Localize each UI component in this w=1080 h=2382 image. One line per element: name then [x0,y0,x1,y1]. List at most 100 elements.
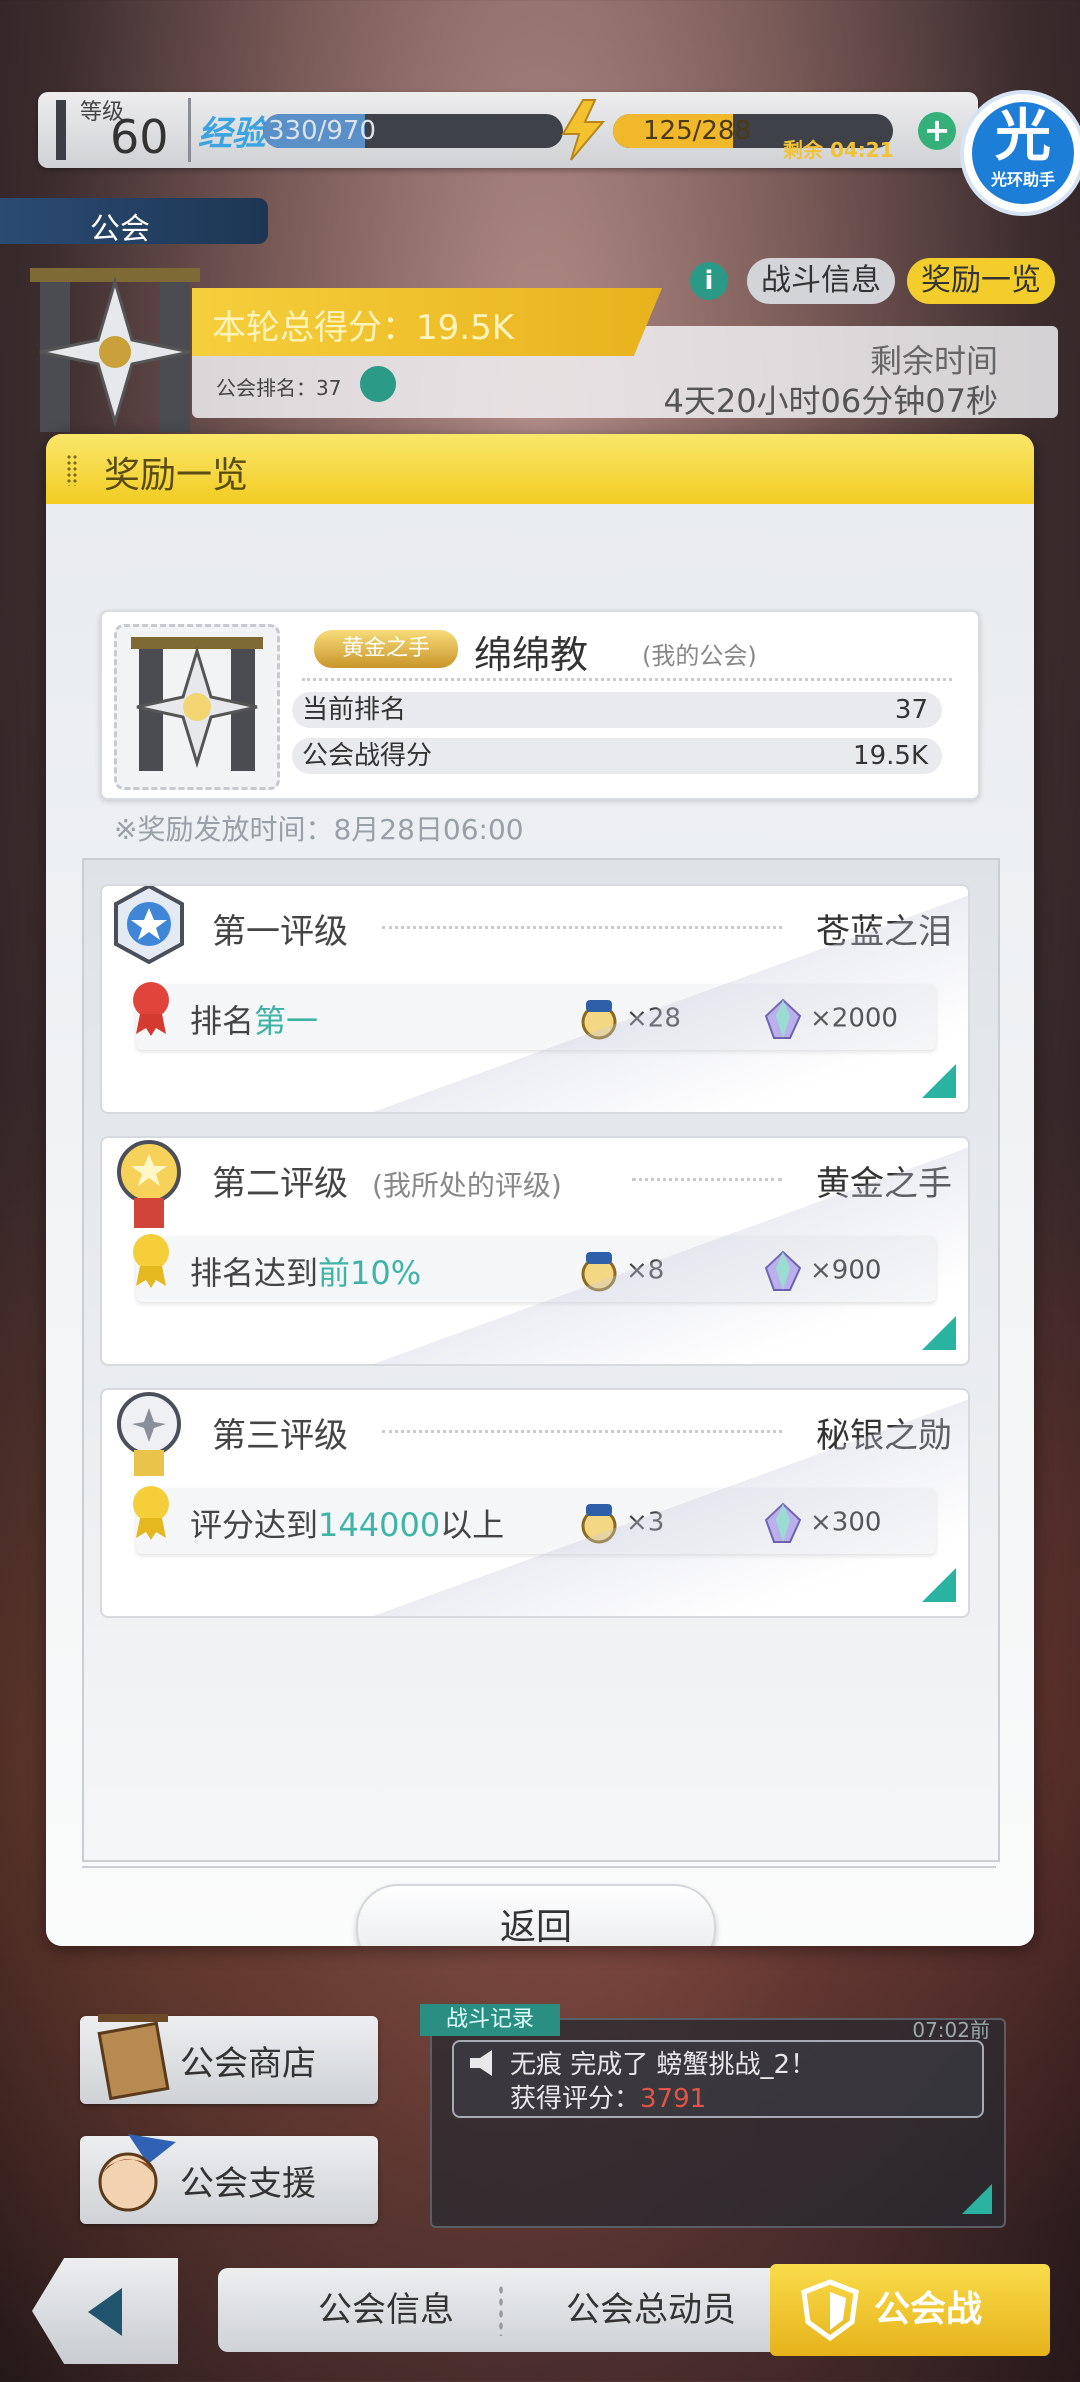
modal-header: 奖励一览 [46,434,1034,504]
nav-separator [498,2284,504,2336]
helper-button[interactable]: 光 光环助手 [960,90,1080,216]
battle-log-score: 获得评分：3791 [510,2084,707,2114]
tier-card: 第三评级 秘银之勋 评分达到144000以上 ×3 ×300 [100,1388,970,1618]
total-score-banner: 本轮总得分：19.5K [192,288,662,356]
my-guild-tag: (我的公会) [642,642,757,670]
my-guild-emblem-icon [131,637,263,771]
divider [188,98,191,162]
reward-item: ×900 [760,1248,881,1294]
battle-info-button[interactable]: 战斗信息 [747,258,895,304]
tier-card: 第一评级 苍蓝之泪 排名第一 ×28 ×2000 [100,884,970,1114]
exp-label: 经验 [198,114,266,154]
guild-tab-label: 公会 [90,212,150,247]
search-icon[interactable] [360,366,396,402]
stamina-value: 125/288 [643,116,752,146]
modal-title: 奖励一览 [104,455,249,496]
badge-coin-icon [581,1504,617,1544]
guild-shop-button[interactable]: 公会商店 [80,2014,378,2104]
badge-coin-icon [581,1000,617,1040]
support-character-icon [98,2134,176,2212]
battle-log-panel[interactable]: 战斗记录 07:02前 无痕 完成了 螃蟹挑战_2！ 获得评分：3791 [420,2004,1006,2228]
shop-sign-icon [97,2014,170,2101]
guild-war-score-value: 19.5K [853,741,928,771]
tier-card: 第二评级 (我所处的评级) 黄金之手 排名达到前10% ×8 ×900 [100,1136,970,1366]
condition-text: 排名达到前10% [190,1254,422,1292]
megaphone-icon [470,2050,492,2076]
crystal-icon [764,1502,802,1543]
guild-war-score-row: 公会战得分 19.5K [292,738,942,774]
level-value: 60 [110,110,169,164]
battle-log-time: 07:02前 [912,2018,990,2042]
guild-support-label: 公会支援 [180,2164,316,2204]
info-icon[interactable]: i [690,262,728,300]
reward-tier-list[interactable]: 第一评级 苍蓝之泪 排名第一 ×28 ×2000 第二评级 (我所处的评级) 黄… [82,858,1000,1862]
back-button[interactable]: 返回 [356,1884,716,1946]
corner-marker [962,2184,992,2214]
reward-item: ×300 [760,1500,881,1546]
helper-icon: 光 [995,104,1051,169]
guild-war-score-label: 公会战得分 [302,741,433,771]
tier-title: 第二评级 [212,1164,348,1204]
corner-marker [922,1064,956,1098]
total-score: 本轮总得分：19.5K [212,308,514,348]
gold-ribbon-icon [133,1234,169,1288]
battle-log-entry: 无痕 完成了 螃蟹挑战_2！ 获得评分：3791 [452,2040,984,2118]
condition-row: 评分达到144000以上 ×3 ×300 [133,1486,936,1554]
exp-value: 330/970 [268,116,377,146]
reward-item: ×2000 [760,996,898,1042]
battle-log-tag: 战斗记录 [420,2004,561,2036]
modal-body: 黄金之手 绵绵教 (我的公会) 当前排名 37 公会战得分 19.5K ※奖励发… [46,504,1034,1946]
current-rank-row: 当前排名 37 [292,692,942,728]
guild-emblem-icon [30,268,200,432]
tab-guild-war[interactable]: 公会战 [770,2264,1050,2356]
guild-name: 绵绵教 [474,633,589,677]
dotted-divider [632,1178,782,1181]
current-rank-label: 当前排名 [302,695,407,725]
my-guild-card: 黄金之手 绵绵教 (我的公会) 当前排名 37 公会战得分 19.5K [100,610,980,800]
reward-list-modal: 奖励一览 黄金之手 绵绵教 (我的公会) 当前排名 37 公会战得分 19.5K… [46,434,1034,1946]
dotted-divider [302,678,952,681]
badge-coin-icon [581,1252,617,1292]
crystal-icon [764,1250,802,1291]
corner-marker [922,1568,956,1602]
gold-medal-icon [117,1140,181,1228]
guild-support-button[interactable]: 公会支援 [80,2134,378,2224]
stamina-timer: 剩余 04:21 [783,138,894,162]
tier-badge: 黄金之手 [314,630,458,668]
divider [82,1866,996,1868]
condition-text: 排名第一 [190,1002,319,1040]
gold-ribbon-icon [133,1486,169,1540]
bottom-nav: 公会信息 公会总动员 公会战 [218,2264,1050,2356]
reward-list-button[interactable]: 奖励一览 [907,258,1055,304]
level-marker [56,100,66,160]
guild-rank: 公会排名：37 [216,376,342,400]
silver-medal-icon [117,1392,181,1476]
shield-icon [801,2279,859,2342]
tier-name: 苍蓝之泪 [816,912,952,952]
grip-icon [66,454,78,486]
current-rank-value: 37 [894,695,928,725]
stamina-bolt-icon [561,99,606,161]
condition-row: 排名达到前10% ×8 ×900 [133,1234,936,1302]
red-ribbon-icon [133,982,169,1036]
condition-text: 评分达到144000以上 [190,1506,505,1544]
battle-log-message: 无痕 完成了 螃蟹挑战_2！ [510,2050,817,2080]
blue-medal-icon [114,886,184,965]
my-guild-emblem-frame [114,624,280,790]
guild-tab: 公会 [0,198,268,247]
corner-marker [922,1316,956,1350]
reward-item: ×3 [576,1500,664,1546]
condition-row: 排名第一 ×28 ×2000 [133,982,936,1050]
dotted-divider [382,1430,782,1433]
player-status-bar: 等级 60 经验 330/970 125/288 剩余 04:21 + [38,92,978,168]
helper-label: 光环助手 [990,170,1055,189]
guild-shop-label: 公会商店 [180,2044,316,2084]
tier-name: 秘银之勋 [816,1416,952,1456]
tier-name: 黄金之手 [816,1164,952,1204]
tab-guild-mobilize[interactable]: 公会总动员 [566,2268,736,2352]
add-stamina-button[interactable]: + [918,112,956,150]
tab-guild-info[interactable]: 公会信息 [318,2268,454,2352]
reward-time: ※奖励发放时间：8月28日06:00 [114,813,524,846]
reward-item: ×8 [576,1248,664,1294]
tab-guild-war-label: 公会战 [874,2289,983,2330]
